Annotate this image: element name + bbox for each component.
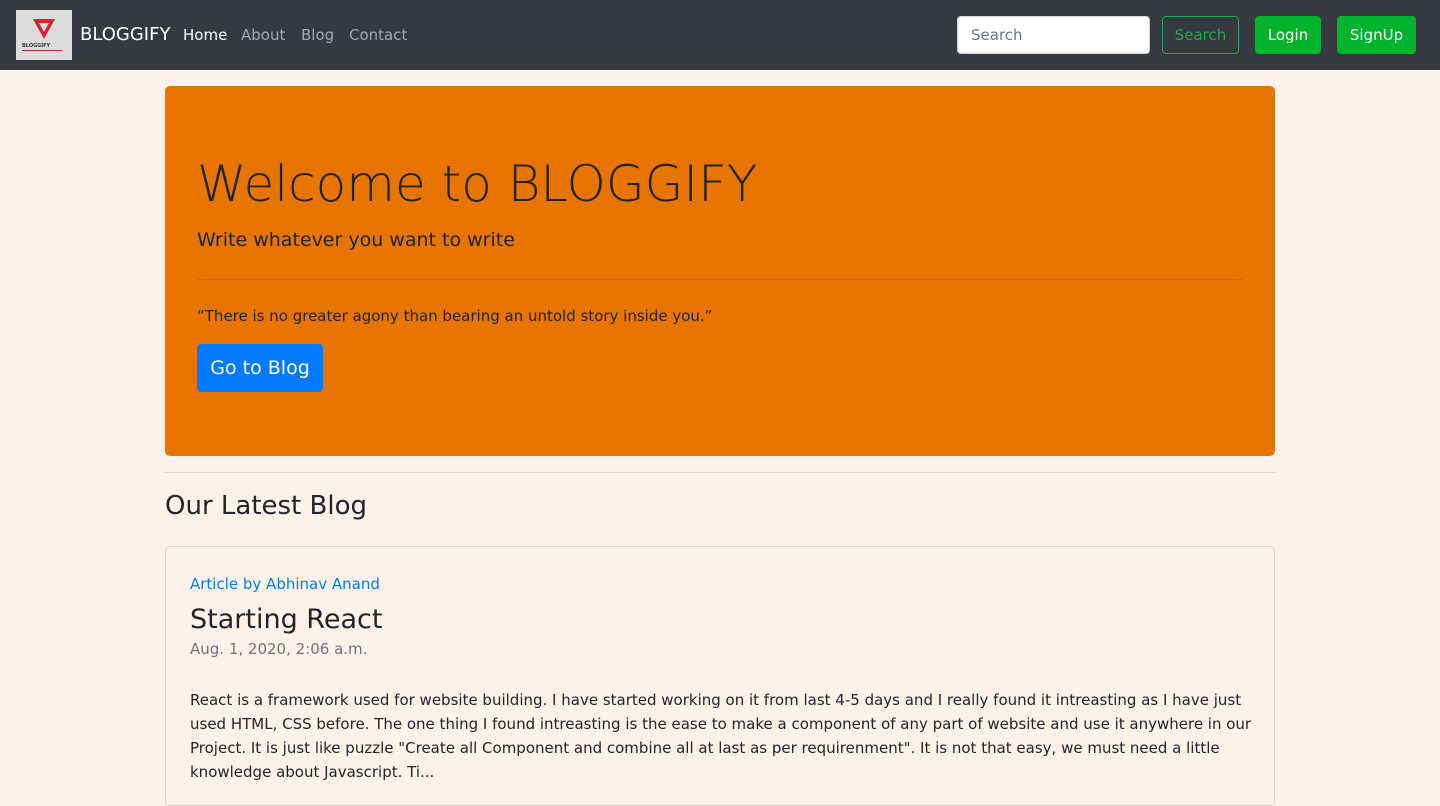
jumbotron-quote: “There is no greater agony than bearing … [197,307,713,325]
logo-text: BLOGGIFY [22,43,51,49]
post-excerpt: React is a framework used for website bu… [190,691,1252,781]
nav-link-blog[interactable]: Blog [301,25,334,45]
navbar: BLOGGIFY BLOGGIFY Home About Blog Contac… [0,0,1440,70]
post-author-link[interactable]: Article by Abhinav Anand [190,574,380,594]
brand-name-link[interactable]: BLOGGIFY [80,23,170,47]
signup-button[interactable]: SignUp [1337,16,1416,54]
search-input[interactable] [957,16,1150,54]
search-button[interactable]: Search [1162,16,1239,54]
post-date: Aug. 1, 2020, 2:06 a.m. [190,640,368,658]
nav-link-home[interactable]: Home [183,25,227,45]
go-to-blog-button[interactable]: Go to Blog [197,344,323,392]
latest-blog-heading: Our Latest Blog [165,491,367,521]
blog-post-card: Article by Abhinav Anand Starting React … [165,546,1275,806]
brand-logo[interactable]: BLOGGIFY [16,10,72,60]
jumbotron-lead: Write whatever you want to write [197,229,515,251]
nav-link-contact[interactable]: Contact [349,25,407,45]
jumbotron: Welcome to BLOGGIFY Write whatever you w… [165,86,1275,456]
jumbotron-divider [197,279,1243,280]
login-button[interactable]: Login [1255,16,1321,54]
nav-link-about[interactable]: About [241,25,285,45]
section-divider [165,472,1275,473]
jumbotron-title: Welcome to BLOGGIFY [197,155,758,213]
post-title: Starting React [190,604,383,635]
